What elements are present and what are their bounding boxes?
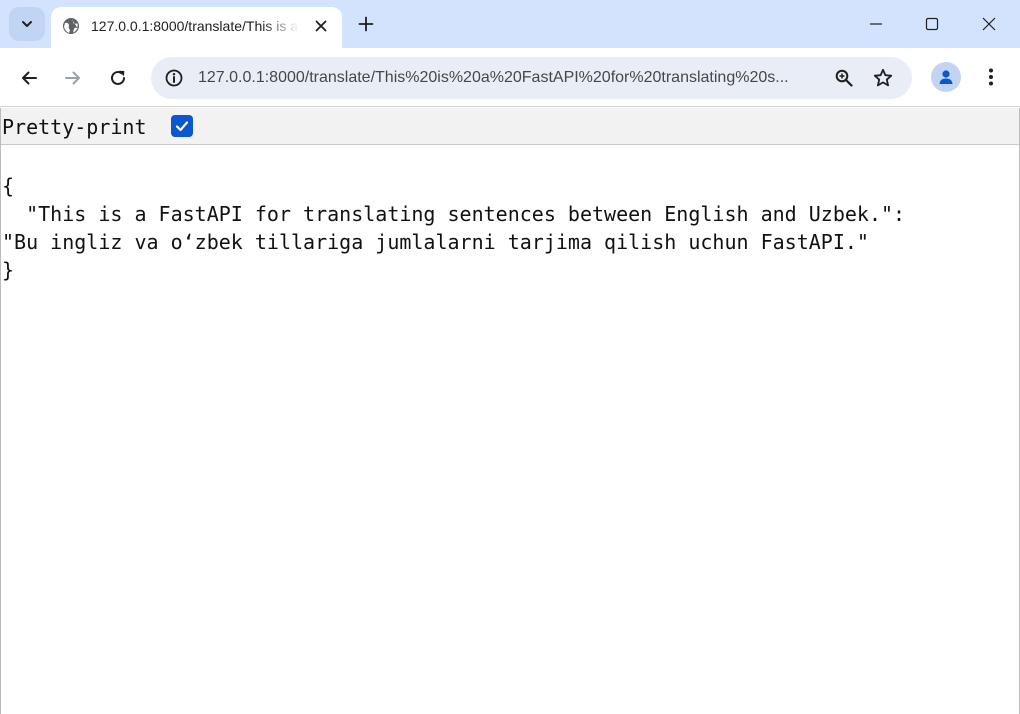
maximize-button[interactable] (909, 8, 955, 40)
window-close-icon (982, 17, 996, 31)
json-open-brace: { (2, 174, 15, 198)
bookmark-star-button[interactable] (869, 64, 897, 92)
site-info-icon (165, 69, 183, 87)
forward-button[interactable] (57, 62, 89, 94)
forward-icon (65, 71, 80, 85)
json-output: { "This is a FastAPI for translating sen… (2, 172, 905, 284)
minimize-icon (870, 23, 882, 25)
browser-toolbar: 127.0.0.1:8000/translate/This%20is%20a%2… (0, 48, 1020, 107)
url-text[interactable]: 127.0.0.1:8000/translate/This%20is%20a%2… (198, 68, 823, 88)
tab-close-button[interactable] (309, 14, 333, 38)
pretty-print-bar: Pretty-print (1, 108, 1019, 145)
json-close-brace: } (2, 258, 15, 282)
star-icon (873, 68, 893, 87)
json-key: "This is a FastAPI for translating sente… (2, 202, 906, 226)
tab-search-icon (22, 21, 32, 27)
page-content: Pretty-print { "This is a FastAPI for tr… (0, 108, 1020, 714)
reload-icon (111, 70, 125, 85)
new-tab-button[interactable] (352, 10, 380, 38)
tab-strip: 127.0.0.1:8000/translate/This is a FastA… (0, 0, 1020, 48)
pretty-print-label: Pretty-print (2, 115, 147, 139)
plus-icon (358, 16, 374, 32)
back-icon (22, 71, 37, 85)
address-bar[interactable]: 127.0.0.1:8000/translate/This%20is%20a%2… (151, 57, 912, 99)
json-value: "Bu ingliz va oʻzbek tillariga jumlalarn… (2, 230, 869, 254)
window-close-button[interactable] (966, 8, 1012, 40)
zoom-button[interactable] (830, 64, 858, 92)
tab-title: 127.0.0.1:8000/translate/This is a FastA… (91, 18, 299, 34)
checkmark-icon (175, 121, 189, 132)
menu-button[interactable] (976, 62, 1006, 92)
zoom-icon (835, 69, 853, 87)
back-button[interactable] (13, 62, 45, 94)
minimize-button[interactable] (853, 8, 899, 40)
tab-search-button[interactable] (9, 7, 45, 41)
close-icon (315, 20, 327, 32)
reload-button[interactable] (102, 62, 134, 94)
site-info-button[interactable] (159, 63, 189, 93)
menu-icon (989, 68, 993, 86)
globe-icon (63, 18, 79, 34)
maximize-icon (925, 17, 939, 31)
active-tab[interactable]: 127.0.0.1:8000/translate/This is a FastA… (51, 7, 342, 48)
profile-button[interactable] (931, 62, 961, 92)
profile-icon (939, 70, 953, 84)
pretty-print-checkbox[interactable] (171, 115, 193, 137)
